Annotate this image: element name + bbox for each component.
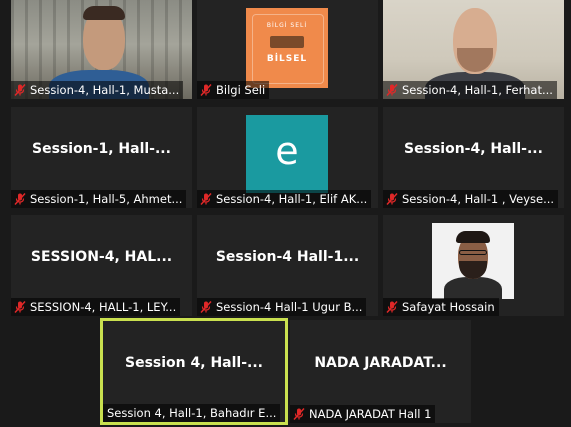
video-tile-1[interactable]: Session-4, Hall-1, Musta... <box>11 0 192 99</box>
video-tile-6[interactable]: Session-4, Hall-... Session-4, Hall-1 , … <box>383 107 564 208</box>
participant-name: NADA JARADAT Hall 1 <box>309 407 432 421</box>
muted-microphone-icon <box>386 300 398 314</box>
participant-display-name: Session-4, Hall-... <box>404 141 543 158</box>
muted-microphone-icon <box>293 407 305 421</box>
participant-name: Bilgi Seli <box>216 83 266 97</box>
participant-name: SESSION-4, HALL-1, LEY... <box>30 300 177 314</box>
participant-name: Session 4, Hall-1, Bahadır E... <box>107 406 277 420</box>
muted-microphone-icon <box>386 83 398 97</box>
video-tile-8[interactable]: Session-4 Hall-1... Session-4 Hall-1 Ugu… <box>197 215 378 316</box>
participant-name: Session-4, Hall-1, Elif AK... <box>216 192 368 206</box>
participant-label: Session-4, Hall-1, Musta... <box>11 81 184 99</box>
participant-label: NADA JARADAT Hall 1 <box>290 405 436 423</box>
participant-label: Session 4, Hall-1, Bahadır E... <box>103 404 281 422</box>
muted-microphone-icon <box>200 192 212 206</box>
video-tile-4[interactable]: Session-1, Hall-... Session-1, Hall-5, A… <box>11 107 192 208</box>
participant-display-name: Session 4, Hall-... <box>125 355 263 372</box>
participant-name: Session-4 Hall-1 Ugur B... <box>216 300 363 314</box>
participant-display-name: Session-1, Hall-... <box>32 141 171 158</box>
participant-label: Bilgi Seli <box>197 81 270 99</box>
muted-microphone-icon <box>14 83 26 97</box>
participant-label: Session-4 Hall-1 Ugur B... <box>197 298 367 316</box>
participant-name: Session-4, Hall-1, Ferhat... <box>402 83 553 97</box>
logo-text: BİLSEL <box>266 54 308 64</box>
video-tile-5[interactable]: e Session-4, Hall-1, Elif AK... <box>197 107 378 208</box>
muted-microphone-icon <box>200 300 212 314</box>
muted-microphone-icon <box>14 192 26 206</box>
participant-name: Session-4, Hall-1, Musta... <box>30 83 180 97</box>
participant-label: Session-4, Hall-1, Elif AK... <box>197 190 372 208</box>
avatar-letter: e <box>275 129 299 173</box>
muted-microphone-icon <box>386 192 398 206</box>
video-tile-7[interactable]: SESSION-4, HAL... SESSION-4, HALL-1, LEY… <box>11 215 192 316</box>
video-tile-10-active-speaker[interactable]: Session 4, Hall-... Session 4, Hall-1, B… <box>100 318 288 425</box>
video-tile-2[interactable]: BİLGİ SELİ BİLSEL Bilgi Seli <box>197 0 378 99</box>
participant-display-name: SESSION-4, HAL... <box>30 249 173 266</box>
participant-label: Session-1, Hall-5, Ahmet... <box>11 190 187 208</box>
participant-name: Session-1, Hall-5, Ahmet... <box>30 192 183 206</box>
participant-name: Session-4, Hall-1 , Veyse... <box>402 192 555 206</box>
video-tile-3[interactable]: Session-4, Hall-1, Ferhat... <box>383 0 564 99</box>
participant-display-name: NADA JARADAT... <box>314 355 447 372</box>
video-tile-9[interactable]: Safayat Hossain <box>383 215 564 316</box>
participant-label: Safayat Hossain <box>383 298 499 316</box>
avatar: e <box>246 115 328 193</box>
muted-microphone-icon <box>200 83 212 97</box>
muted-microphone-icon <box>14 300 26 314</box>
participant-label: Session-4, Hall-1, Ferhat... <box>383 81 557 99</box>
profile-photo <box>432 223 514 299</box>
bilsel-logo: BİLGİ SELİ BİLSEL <box>246 8 328 88</box>
video-tile-11[interactable]: NADA JARADAT... NADA JARADAT Hall 1 <box>290 320 471 423</box>
participant-name: Safayat Hossain <box>402 300 495 314</box>
participant-label: Session-4, Hall-1 , Veyse... <box>383 190 559 208</box>
participant-label: SESSION-4, HALL-1, LEY... <box>11 298 181 316</box>
participant-display-name: Session-4 Hall-1... <box>215 249 360 266</box>
logo-subtext: BİLGİ SELİ <box>266 22 308 29</box>
